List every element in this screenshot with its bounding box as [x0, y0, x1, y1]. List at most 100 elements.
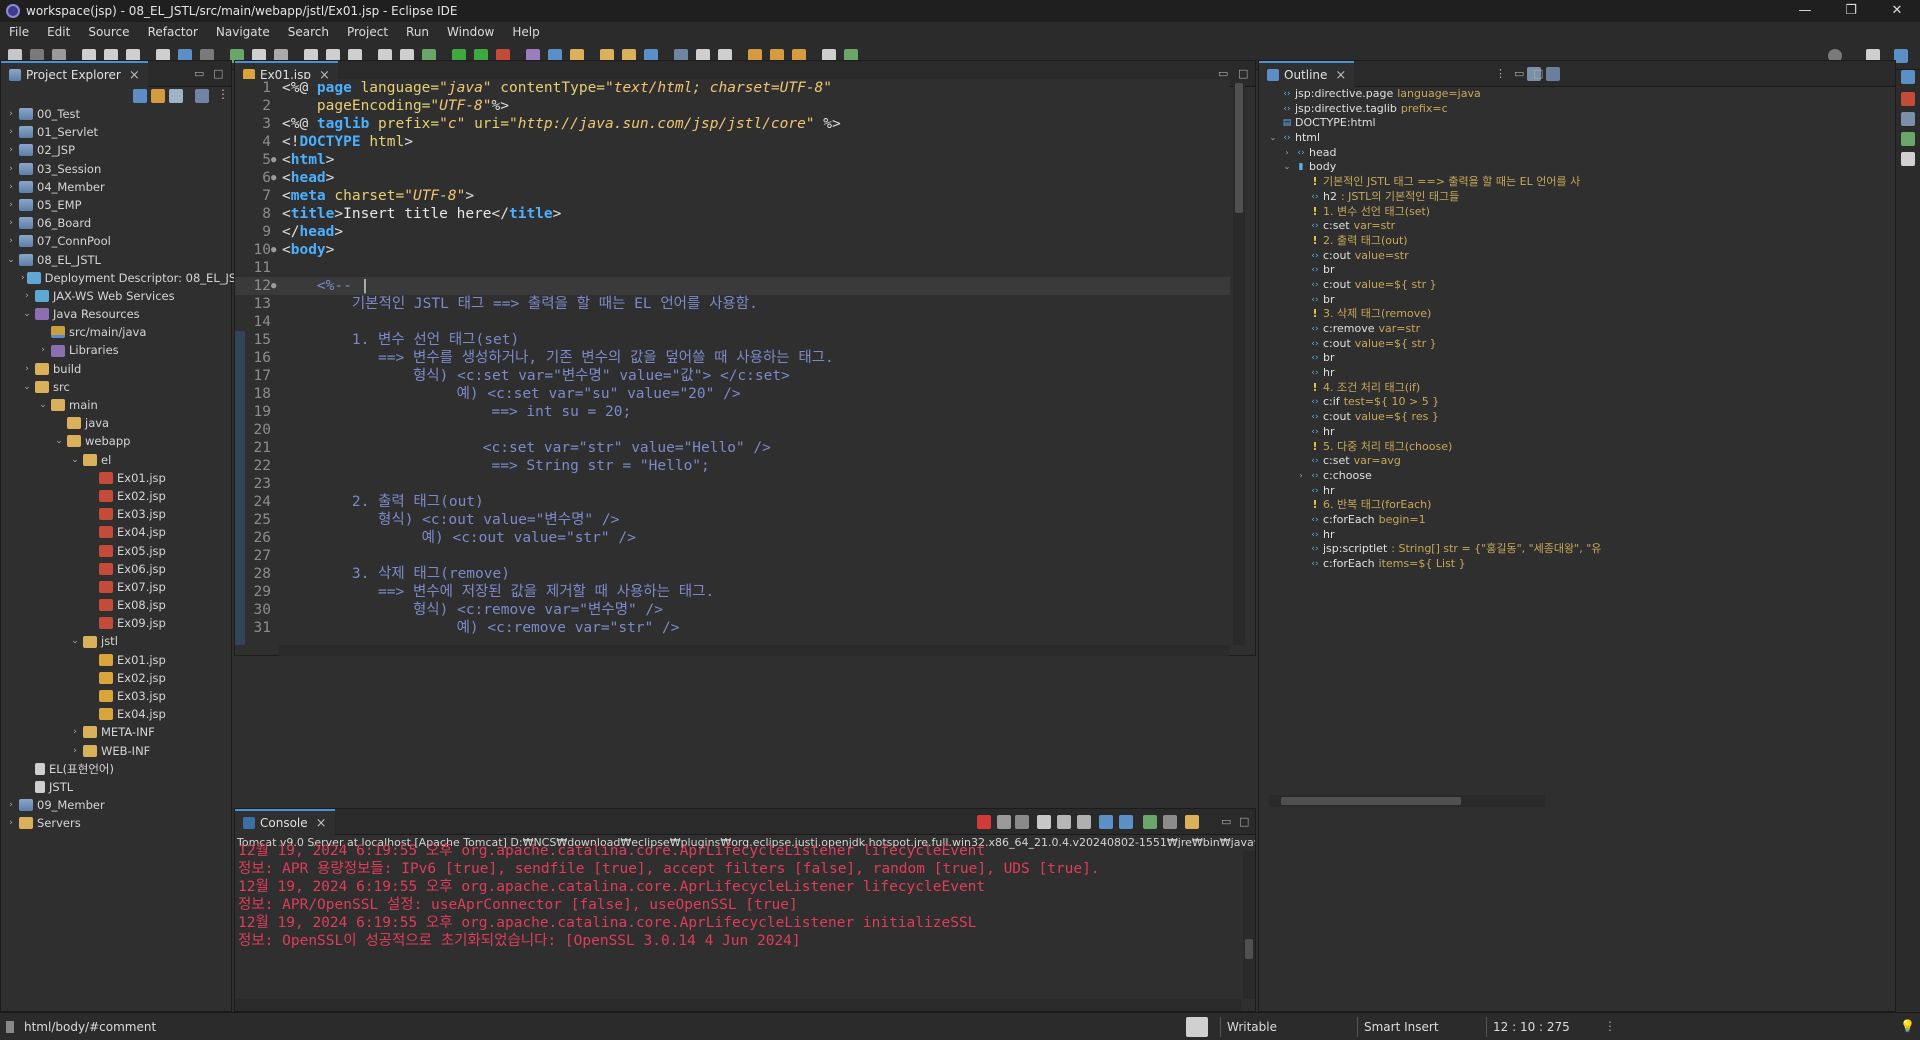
scroll-lock-icon[interactable]: [1057, 815, 1071, 829]
maximize-view-icon[interactable]: □: [213, 67, 223, 80]
tree-item[interactable]: › Deployment Descriptor: 08_EL_JSTL: [5, 269, 250, 287]
outline-item[interactable]: ⌄ ▮ body: [1267, 160, 1895, 175]
chevron-down-icon[interactable]: ⌄: [37, 396, 49, 414]
tree-item[interactable]: src/main/java: [5, 323, 231, 341]
console-horizontal-scrollbar[interactable]: [235, 999, 1241, 1011]
chevron-right-icon[interactable]: ›: [5, 141, 17, 159]
chevron-right-icon[interactable]: ›: [1295, 469, 1307, 484]
clear-console-icon[interactable]: [1037, 815, 1051, 829]
tree-item[interactable]: Ex02.jsp: [5, 487, 231, 505]
maximize-view-icon[interactable]: □: [1533, 67, 1543, 80]
outline-item[interactable]: ‹› br: [1267, 293, 1895, 308]
chevron-down-icon[interactable]: ⌄: [1281, 160, 1293, 175]
minimize-view-icon[interactable]: ▭: [1514, 67, 1524, 80]
menu-window[interactable]: Window: [438, 25, 503, 39]
chevron-right-icon[interactable]: ›: [5, 105, 17, 123]
tree-item[interactable]: EL(표현언어): [5, 760, 231, 778]
menu-refactor[interactable]: Refactor: [139, 25, 207, 39]
chevron-down-icon[interactable]: ⌄: [21, 378, 33, 396]
outline-item[interactable]: ‹› c:forEach begin=1: [1267, 513, 1895, 528]
minimize-button[interactable]: —: [1782, 0, 1828, 22]
menu-search[interactable]: Search: [279, 25, 338, 39]
tree-item[interactable]: Ex02.jsp: [5, 669, 231, 687]
outline-item[interactable]: ! 1. 변수 선언 태그(set): [1267, 205, 1895, 220]
outline-item[interactable]: ‹› hr: [1267, 366, 1895, 381]
tree-item[interactable]: Ex07.jsp: [5, 578, 231, 596]
filter-icon[interactable]: [169, 89, 183, 103]
tree-item[interactable]: Ex08.jsp: [5, 596, 231, 614]
outline-item[interactable]: ‹› c:out value=${ str }: [1267, 337, 1895, 352]
pin-console-icon[interactable]: [1143, 815, 1157, 829]
tree-item[interactable]: › Libraries: [5, 341, 231, 359]
scrollbar-thumb[interactable]: [1235, 83, 1243, 213]
outline-item[interactable]: ‹› h2: JSTL의 기본적인 태그들: [1267, 190, 1895, 205]
show-on-stdout-icon[interactable]: [1099, 815, 1113, 829]
outline-item[interactable]: ‹› c:out value=str: [1267, 249, 1895, 264]
outline-item[interactable]: › ‹› head: [1267, 146, 1895, 161]
outline-item[interactable]: ! 2. 출력 태그(out): [1267, 234, 1895, 249]
maximize-view-icon[interactable]: □: [1239, 815, 1249, 828]
close-icon[interactable]: ×: [129, 68, 140, 83]
tip-bulb-icon[interactable]: 💡: [1900, 1019, 1915, 1033]
outline-item[interactable]: ‹› c:remove var=str: [1267, 322, 1895, 337]
outline-item[interactable]: ‹› c:set var=str: [1267, 219, 1895, 234]
menu-help[interactable]: Help: [503, 25, 548, 39]
tree-item[interactable]: ⌄ webapp: [5, 432, 231, 450]
outline-item[interactable]: ‹› jsp:directive.taglib prefix=c: [1267, 102, 1895, 117]
menu-navigate[interactable]: Navigate: [207, 25, 279, 39]
chevron-down-icon[interactable]: ⌄: [21, 305, 33, 323]
open-perspective-icon[interactable]: [1901, 70, 1915, 84]
editor-vertical-scrollbar[interactable]: [1233, 79, 1245, 645]
tree-item[interactable]: ⌄ main: [5, 396, 231, 414]
outline-item[interactable]: ‹› jsp:directive.page language=java: [1267, 87, 1895, 102]
word-wrap-icon[interactable]: [1077, 815, 1091, 829]
chevron-right-icon[interactable]: ›: [5, 814, 17, 832]
chevron-right-icon[interactable]: ›: [5, 160, 17, 178]
outline-item[interactable]: ‹› hr: [1267, 425, 1895, 440]
tree-item[interactable]: › Servers: [5, 814, 231, 832]
menu-run[interactable]: Run: [397, 25, 438, 39]
chevron-right-icon[interactable]: ›: [69, 742, 81, 760]
tab-outline[interactable]: Outline ×: [1259, 61, 1355, 87]
close-icon[interactable]: ×: [316, 816, 327, 831]
chevron-right-icon[interactable]: ›: [5, 232, 17, 250]
remove-all-icon[interactable]: [1015, 815, 1029, 829]
tree-item[interactable]: › 03_Session: [5, 160, 231, 178]
tree-item[interactable]: ⌄ jstl: [5, 632, 231, 650]
tree-item[interactable]: › 09_Member: [5, 796, 231, 814]
status-menu-icon[interactable]: ⋮: [1604, 1019, 1616, 1033]
close-icon[interactable]: ×: [1335, 68, 1346, 83]
collapse-all-icon[interactable]: [133, 89, 147, 103]
chevron-down-icon[interactable]: ⌄: [5, 251, 17, 269]
chevron-down-icon[interactable]: ⌄: [69, 632, 81, 650]
chevron-right-icon[interactable]: ›: [5, 214, 17, 232]
console-output[interactable]: 12월 19, 2024 6:19:55 오후 org.apache.catal…: [235, 842, 1239, 949]
outline-item[interactable]: › ‹› c:choose: [1267, 469, 1895, 484]
outline-item[interactable]: ⌄ ‹› html: [1267, 131, 1895, 146]
menu-source[interactable]: Source: [79, 25, 138, 39]
tree-item[interactable]: Ex01.jsp: [5, 469, 231, 487]
tree-item[interactable]: Ex03.jsp: [5, 505, 231, 523]
code-editor[interactable]: 1 <%@ page language="java" contentType="t…: [235, 79, 1230, 645]
tree-item[interactable]: Ex05.jsp: [5, 542, 231, 560]
outline-item[interactable]: ! 5. 다중 처리 태그(choose): [1267, 440, 1895, 455]
tree-item[interactable]: ⌄ src: [5, 378, 231, 396]
chevron-right-icon[interactable]: ›: [69, 723, 81, 741]
remove-launch-icon[interactable]: [997, 815, 1011, 829]
tree-item[interactable]: Ex04.jsp: [5, 523, 231, 541]
tree-item[interactable]: › 02_JSP: [5, 141, 231, 159]
tree-item[interactable]: JSTL: [5, 778, 231, 796]
outline-item[interactable]: ▤ DOCTYPE:html: [1267, 116, 1895, 131]
scrollbar-thumb[interactable]: [1245, 939, 1253, 959]
tree-item[interactable]: › 01_Servlet: [5, 123, 231, 141]
tree-item[interactable]: Ex04.jsp: [5, 705, 231, 723]
minimize-view-icon[interactable]: ▭: [1221, 815, 1231, 828]
fold-marker-icon[interactable]: ●: [271, 277, 279, 295]
close-button[interactable]: ✕: [1874, 0, 1920, 22]
outline-item[interactable]: ! 6. 반복 태그(forEach): [1267, 498, 1895, 513]
outline-item[interactable]: ! 4. 조건 처리 태그(if): [1267, 381, 1895, 396]
tab-project-explorer[interactable]: Project Explorer ×: [1, 61, 148, 87]
outline-item[interactable]: ‹› c:out value=${ res }: [1267, 410, 1895, 425]
tree-item[interactable]: › WEB-INF: [5, 742, 231, 760]
chevron-right-icon[interactable]: ›: [5, 123, 17, 141]
